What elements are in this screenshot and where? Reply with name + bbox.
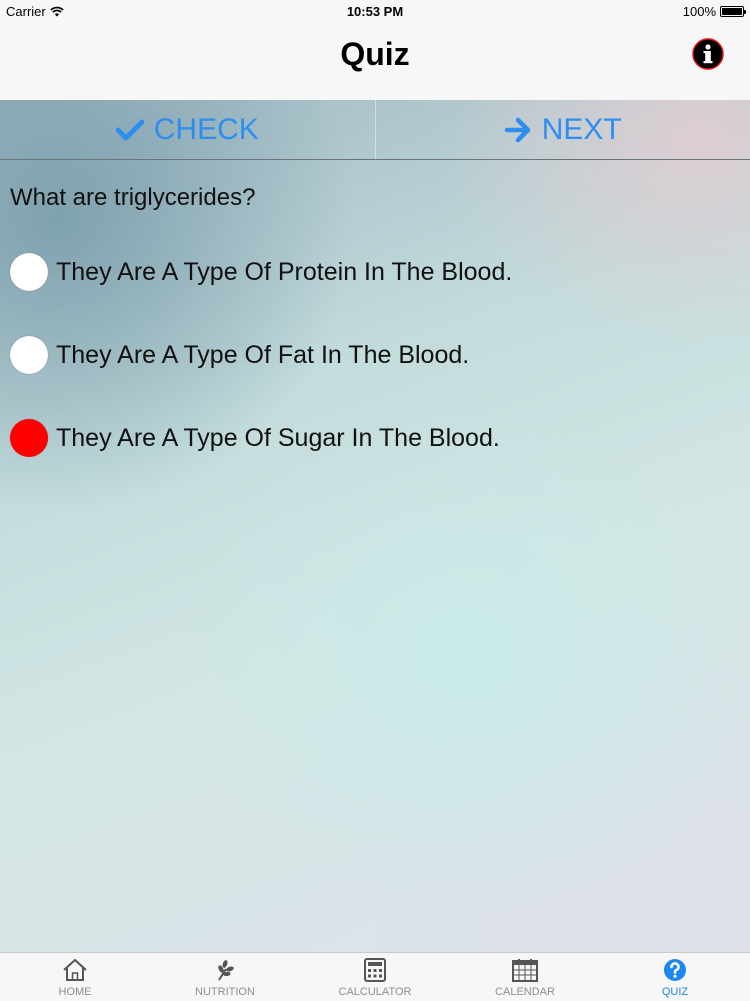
checkmark-icon <box>116 119 144 141</box>
status-time: 10:53 PM <box>0 4 750 19</box>
tab-calendar[interactable]: CALENDAR <box>450 953 600 1001</box>
answer-label: They Are A Type Of Fat In The Blood. <box>56 341 469 370</box>
page-title: Quiz <box>0 36 750 73</box>
tab-label: HOME <box>59 986 92 998</box>
calendar-icon <box>512 958 538 982</box>
status-bar: Carrier 10:53 PM 100% <box>0 0 750 22</box>
tab-home[interactable]: HOME <box>0 953 150 1001</box>
answer-label: They Are A Type Of Sugar In The Blood. <box>56 424 500 453</box>
answer-option[interactable]: They Are A Type Of Fat In The Blood. <box>10 336 469 374</box>
wheat-icon <box>213 958 237 982</box>
next-button[interactable]: NEXT <box>376 100 750 159</box>
quiz-content: CHECK NEXT What are triglycerides? They … <box>0 100 750 952</box>
tab-label: CALENDAR <box>495 986 555 998</box>
tab-label: QUIZ <box>662 986 688 998</box>
question-text: What are triglycerides? <box>10 184 255 212</box>
check-label: CHECK <box>154 113 259 147</box>
navigation-bar: Quiz <box>0 22 750 100</box>
arrow-right-icon <box>504 117 532 143</box>
tab-label: CALCULATOR <box>339 986 412 998</box>
calculator-icon <box>364 958 386 982</box>
info-icon <box>692 38 724 70</box>
radio-button-selected[interactable] <box>10 419 48 457</box>
answer-option[interactable]: They Are A Type Of Protein In The Blood. <box>10 253 512 291</box>
tab-quiz[interactable]: QUIZ <box>600 953 750 1001</box>
action-bar: CHECK NEXT <box>0 100 750 160</box>
radio-button[interactable] <box>10 336 48 374</box>
battery-percent: 100% <box>683 4 716 19</box>
question-icon <box>663 958 687 982</box>
next-label: NEXT <box>542 113 622 147</box>
radio-button[interactable] <box>10 253 48 291</box>
info-button[interactable] <box>692 38 724 70</box>
answer-label: They Are A Type Of Protein In The Blood. <box>56 258 512 287</box>
answer-option[interactable]: They Are A Type Of Sugar In The Blood. <box>10 419 500 457</box>
home-icon <box>62 958 88 982</box>
tab-bar: HOME NUTRITION CALCULATOR CALENDAR <box>0 952 750 1001</box>
tab-calculator[interactable]: CALCULATOR <box>300 953 450 1001</box>
tab-nutrition[interactable]: NUTRITION <box>150 953 300 1001</box>
tab-label: NUTRITION <box>195 986 255 998</box>
battery-icon <box>720 6 744 17</box>
check-button[interactable]: CHECK <box>0 100 376 159</box>
